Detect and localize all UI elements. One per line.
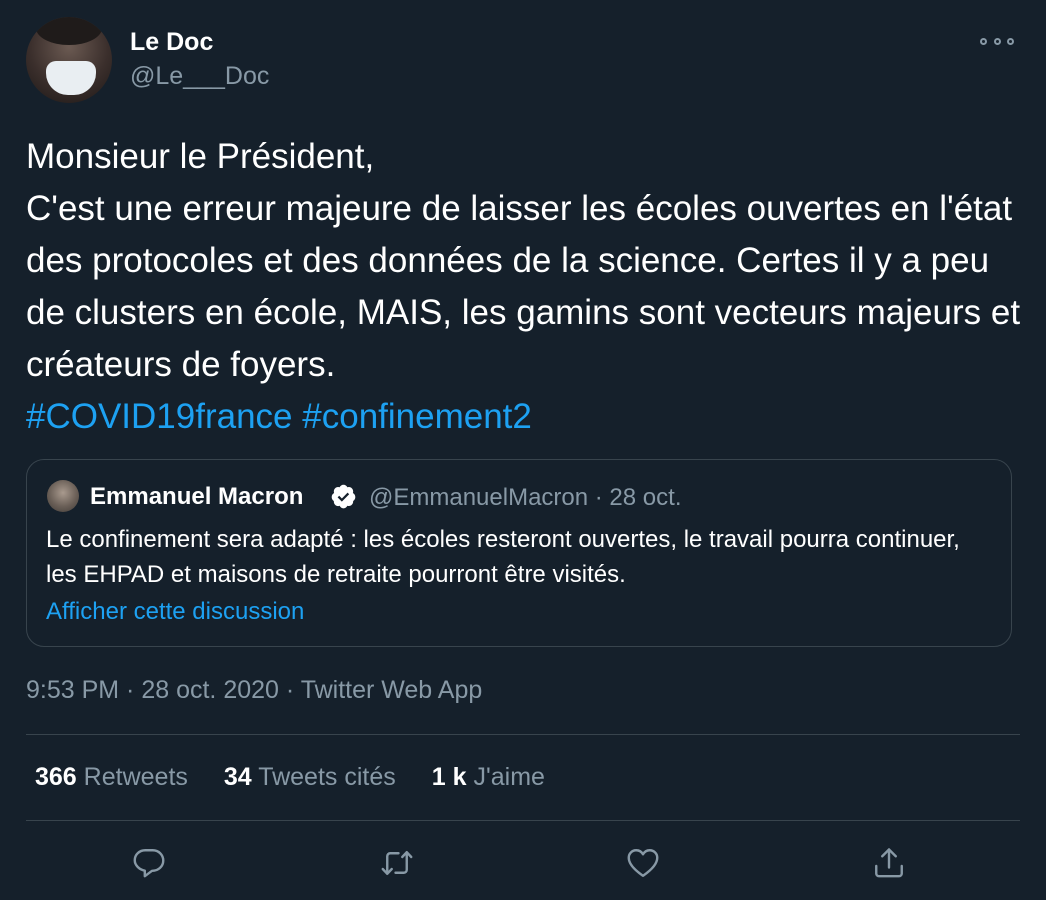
retweet-icon [381,851,413,875]
like-button[interactable] [625,845,661,881]
retweets-stat[interactable]: 366 Retweets [35,763,188,792]
likes-count: 1 k [431,763,467,791]
quotes-count: 34 [223,763,252,791]
more-dot [1007,37,1014,45]
reply-button[interactable] [131,845,167,881]
divider [26,820,1020,821]
quotes-stat[interactable]: 34 Tweets cités [224,763,396,792]
hashtag-confinement2[interactable]: #confinement2 [302,397,532,436]
avatar-hair [36,17,102,45]
quoted-handle-date: @EmmanuelMacron · 28 oct. [369,484,682,511]
reply-icon [133,849,165,878]
quotes-label: Tweets cités [258,763,396,791]
quoted-avatar [47,480,79,512]
show-thread-link[interactable]: Afficher cette discussion [46,598,304,626]
avatar[interactable] [26,17,112,103]
retweet-button[interactable] [379,845,415,881]
author-handle[interactable]: @Le___Doc [130,62,269,91]
retweets-label: Retweets [83,763,188,791]
quoted-text: Le confinement sera adapté : les écoles … [46,526,960,588]
divider [26,734,1020,735]
likes-stat[interactable]: 1 k J'aime [432,763,545,792]
more-dot [980,37,987,45]
retweets-count: 366 [35,763,77,791]
more-dot [993,37,1001,45]
share-icon [875,848,903,878]
hashtags: #COVID19france #confinement2 [26,391,532,443]
tweet-meta: 9:53 PM · 28 oct. 2020 · Twitter Web App [26,676,483,704]
quoted-author-name: Emmanuel Macron [90,483,304,510]
quoted-tweet[interactable]: Emmanuel Macron @EmmanuelMacron · 28 oct… [26,459,1012,647]
like-icon [627,849,659,877]
tweet-text: Monsieur le Président, C'est une erreur … [26,137,1021,384]
author-name[interactable]: Le Doc [130,28,213,57]
stats-bar: 366 Retweets 34 Tweets cités 1 k J'aime [35,763,545,792]
more-icon[interactable] [980,30,1014,52]
avatar-mask [46,61,96,95]
hashtag-covid19france[interactable]: #COVID19france [26,397,293,436]
share-button[interactable] [871,845,907,881]
likes-label: J'aime [473,763,545,791]
verified-icon [331,484,356,509]
